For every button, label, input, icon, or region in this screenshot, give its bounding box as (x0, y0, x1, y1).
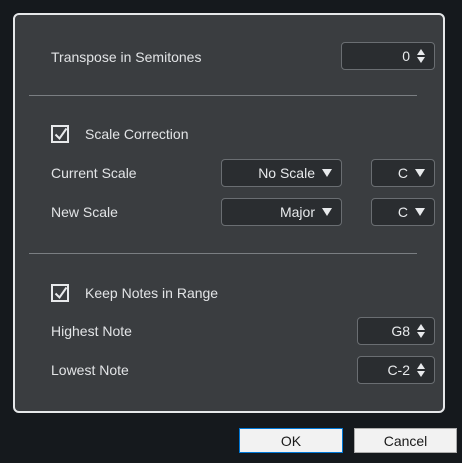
highest-note-value: G8 (391, 323, 410, 339)
transpose-value: 0 (402, 48, 410, 64)
up-down-arrows-icon[interactable] (417, 324, 425, 338)
new-root-dropdown[interactable]: C (371, 198, 435, 226)
transpose-semitones-stepper[interactable]: 0 (341, 42, 435, 70)
transpose-setup-dialog: Transpose in Semitones 0 Scale Correctio… (0, 0, 462, 463)
chevron-down-icon (322, 208, 332, 216)
chevron-down-icon (322, 169, 332, 177)
transpose-label: Transpose in Semitones (51, 49, 202, 65)
up-down-arrows-icon[interactable] (417, 363, 425, 377)
section-divider (29, 253, 417, 254)
lowest-note-stepper[interactable]: C-2 (357, 356, 435, 384)
new-scale-dropdown[interactable]: Major (221, 198, 342, 226)
scale-correction-label: Scale Correction (85, 126, 189, 142)
ok-button[interactable]: OK (239, 428, 343, 453)
lowest-note-value: C-2 (387, 362, 410, 378)
new-root-value: C (397, 204, 408, 220)
checkmark-icon (54, 127, 68, 141)
keep-notes-in-range-checkbox[interactable] (51, 284, 69, 302)
chevron-down-icon (415, 208, 425, 216)
current-scale-dropdown[interactable]: No Scale (221, 159, 342, 187)
chevron-down-icon (415, 169, 425, 177)
checkmark-icon (54, 286, 68, 300)
new-scale-value: Major (279, 204, 315, 220)
current-root-dropdown[interactable]: C (371, 159, 435, 187)
current-scale-label: Current Scale (51, 165, 137, 181)
section-divider (29, 95, 417, 96)
current-scale-value: No Scale (258, 165, 315, 181)
scale-correction-checkbox[interactable] (51, 125, 69, 143)
highest-note-label: Highest Note (51, 323, 132, 339)
cancel-button[interactable]: Cancel (354, 428, 457, 453)
up-down-arrows-icon[interactable] (417, 49, 425, 63)
lowest-note-label: Lowest Note (51, 362, 129, 378)
keep-notes-label: Keep Notes in Range (85, 285, 219, 301)
highest-note-stepper[interactable]: G8 (357, 317, 435, 345)
current-root-value: C (397, 165, 408, 181)
new-scale-label: New Scale (51, 204, 118, 220)
